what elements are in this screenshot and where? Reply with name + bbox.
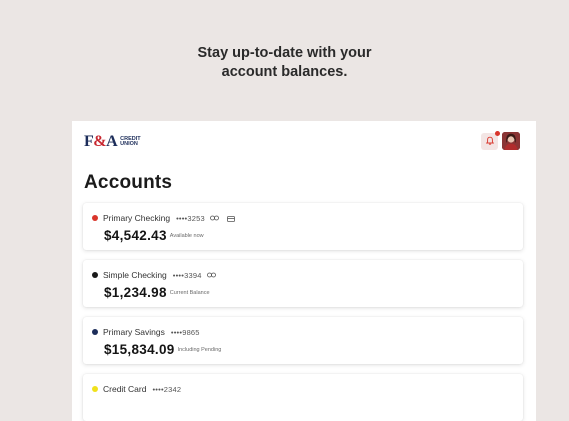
account-color-dot xyxy=(92,386,98,392)
account-number-mask: ••••3394 xyxy=(172,270,202,280)
account-color-dot xyxy=(92,272,98,278)
app-panel: F&A CREDIT UNION Accounts Primary Checki… xyxy=(72,121,536,421)
account-number-mask: ••••3253 xyxy=(176,213,205,223)
account-name: Simple Checking xyxy=(103,270,167,280)
account-balance: $1,234.98 Current Balance xyxy=(104,285,210,300)
notification-badge xyxy=(495,131,500,136)
tagline-line-2: account balances. xyxy=(221,64,348,80)
tagline: Stay up-to-date with your account balanc… xyxy=(0,44,569,82)
account-number-mask: ••••2342 xyxy=(152,384,182,394)
account-name: Primary Savings xyxy=(103,327,165,337)
tagline-line-1: Stay up-to-date with your xyxy=(197,45,372,61)
credit-union-logo[interactable]: F&A CREDIT UNION xyxy=(84,133,141,151)
account-color-dot xyxy=(92,215,98,221)
account-number-mask: ••••9865 xyxy=(170,327,200,337)
account-name: Credit Card xyxy=(103,384,147,394)
avatar[interactable] xyxy=(502,132,520,150)
link-icon xyxy=(206,272,216,278)
account-card-credit-card[interactable]: Credit Card ••••2342 xyxy=(83,374,523,421)
logo-text: CREDIT UNION xyxy=(120,135,141,147)
balance-note: Including Pending xyxy=(177,347,222,354)
account-balance: $4,542.43 Available now xyxy=(104,228,204,243)
notifications-button[interactable] xyxy=(481,131,500,151)
account-card-simple-checking[interactable]: Simple Checking ••••3394 $1,234.98 Curren… xyxy=(83,260,523,307)
card-icon xyxy=(226,215,235,222)
account-name: Primary Checking xyxy=(103,213,171,223)
balance-note: Current Balance xyxy=(169,290,210,297)
logo-mark: F&A xyxy=(84,133,118,150)
page-title: Accounts xyxy=(84,172,173,193)
account-color-dot xyxy=(92,329,98,335)
link-icon xyxy=(209,215,219,221)
account-card-primary-checking[interactable]: Primary Checking ••••3253 $4,542.43 Avail… xyxy=(83,203,523,250)
bell-icon xyxy=(485,133,495,151)
account-card-primary-savings[interactable]: Primary Savings ••••9865 $15,834.09 Inclu… xyxy=(83,317,523,364)
balance-note: Available now xyxy=(169,233,204,240)
account-balance: $15,834.09 Including Pending xyxy=(104,342,222,357)
